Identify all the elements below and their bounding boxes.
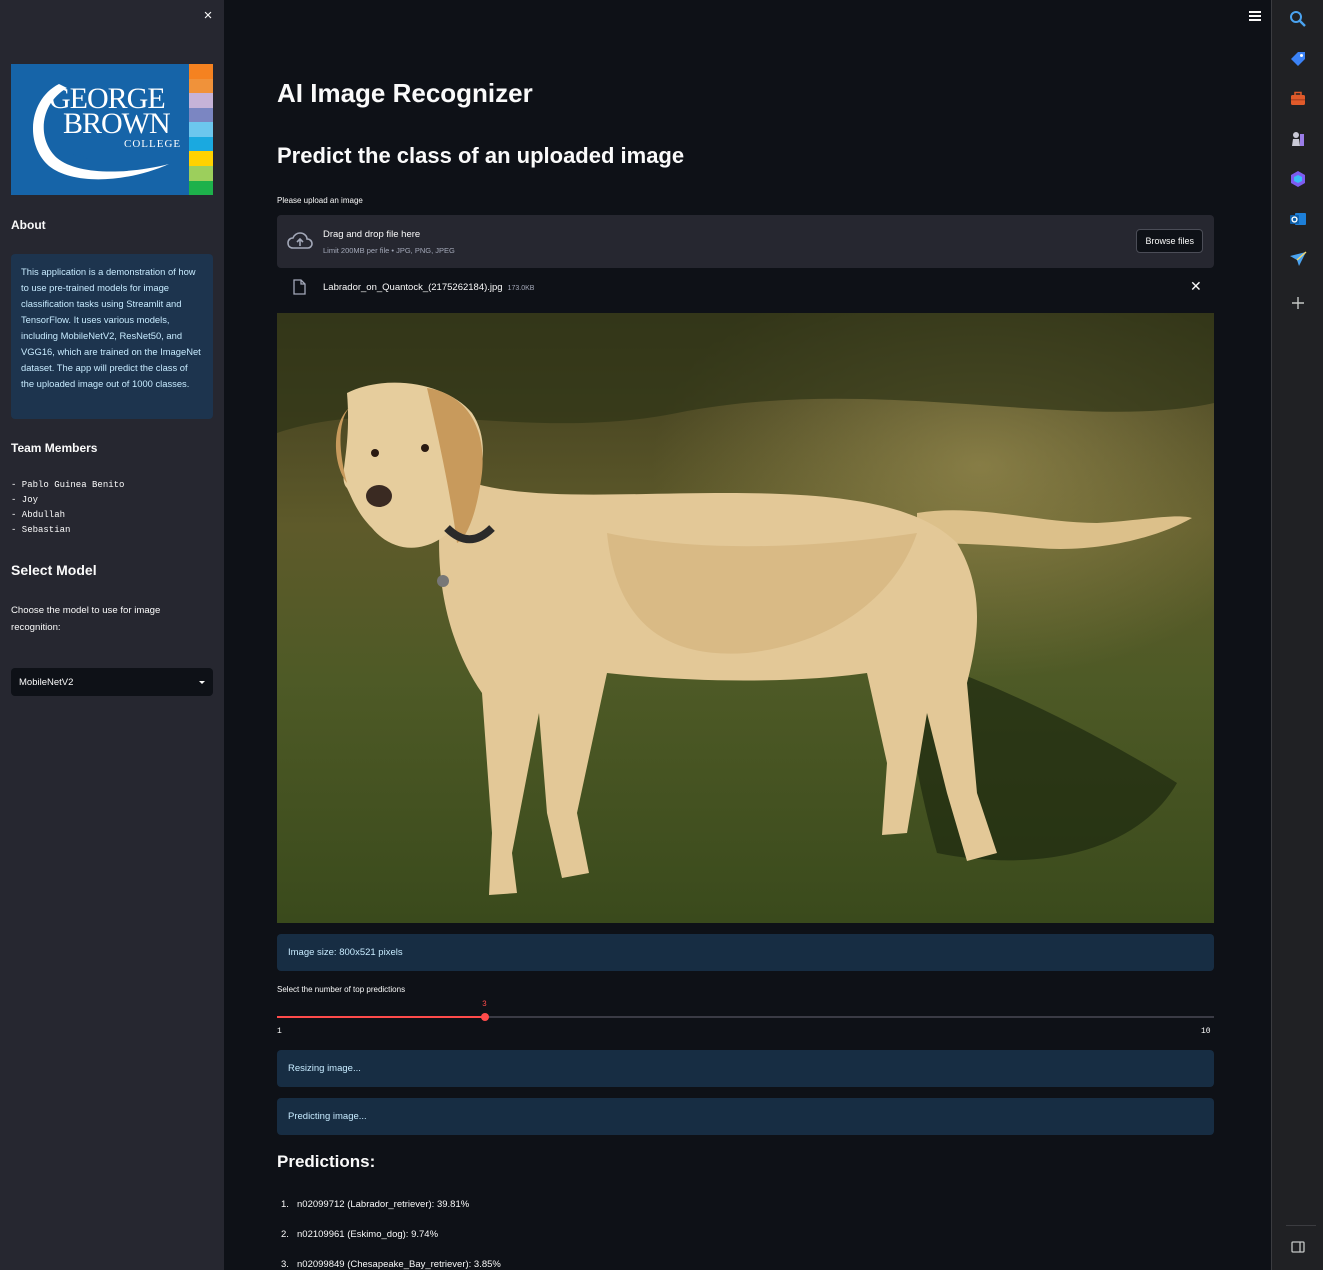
- chess-icon[interactable]: [1289, 130, 1307, 148]
- uploaded-file-name: Labrador_on_Quantock_(2175262184).jpg 173…: [323, 282, 534, 293]
- dropzone-instructions: Drag and drop file here: [323, 229, 421, 240]
- logo-stripe: [189, 151, 213, 166]
- prediction-item: 3. n02099849 (Chesapeake_Bay_retriever): …: [281, 1259, 501, 1270]
- predictions-list: 1. n02099712 (Labrador_retriever): 39.81%…: [281, 1199, 501, 1270]
- select-model-heading: Select Model: [11, 562, 97, 578]
- send-icon[interactable]: [1289, 250, 1307, 268]
- tag-icon[interactable]: [1289, 50, 1307, 68]
- top-predictions-slider-label: Select the number of top predictions: [277, 985, 406, 994]
- logo-stripe: [189, 78, 213, 94]
- prediction-text: n02109961 (Eskimo_dog): 9.74%: [297, 1229, 439, 1240]
- copilot-icon[interactable]: [1289, 170, 1307, 188]
- logo-color-stripes: [189, 64, 213, 195]
- about-info-box: This application is a demonstration of h…: [11, 254, 213, 419]
- slider-min-label: 1: [277, 1027, 282, 1036]
- logo-text-college: COLLEGE: [124, 138, 182, 150]
- search-icon[interactable]: [1289, 10, 1307, 28]
- slider-max-label: 10: [1201, 1027, 1211, 1036]
- model-select-label: Choose the model to use for image recogn…: [11, 605, 161, 633]
- briefcase-icon[interactable]: [1289, 90, 1307, 108]
- model-select[interactable]: MobileNetV2: [11, 668, 213, 696]
- logo-stripe: [189, 107, 213, 123]
- dog-photo: [277, 313, 1214, 923]
- team-member: - Sebastian: [11, 525, 71, 535]
- uploaded-file-row: Labrador_on_Quantock_(2175262184).jpg 173…: [277, 277, 1214, 297]
- logo-stripe: [189, 165, 213, 181]
- logo-text-brown: BROWN: [63, 107, 171, 140]
- predictions-heading: Predictions:: [277, 1152, 376, 1171]
- predicting-status: Predicting image...: [277, 1098, 1214, 1135]
- file-name-text: Labrador_on_Quantock_(2175262184).jpg: [323, 282, 503, 293]
- browser-side-toolbar: [1271, 0, 1323, 1270]
- prediction-item: 2. n02109961 (Eskimo_dog): 9.74%: [281, 1229, 501, 1259]
- toolbar-divider: [1286, 1225, 1316, 1226]
- prediction-number: 3.: [281, 1259, 289, 1270]
- outlook-icon[interactable]: [1289, 210, 1307, 228]
- george-brown-logo: GEORGE BROWN COLLEGE: [11, 64, 213, 195]
- file-size: 173.0KB: [507, 285, 535, 292]
- team-member: - Joy: [11, 495, 39, 505]
- top-predictions-slider[interactable]: [277, 1013, 1214, 1021]
- prediction-number: 1.: [281, 1199, 289, 1210]
- logo-stripe: [189, 93, 213, 108]
- file-dropzone[interactable]: Drag and drop file here Limit 200MB per …: [277, 215, 1214, 268]
- uploaded-image: [277, 313, 1214, 923]
- add-icon[interactable]: [1289, 294, 1307, 312]
- page-subtitle: Predict the class of an uploaded image: [277, 143, 685, 168]
- browse-files-button[interactable]: Browse files: [1136, 229, 1203, 253]
- prediction-text: n02099712 (Labrador_retriever): 39.81%: [297, 1199, 470, 1210]
- team-heading: Team Members: [11, 441, 98, 455]
- slider-current-value: 3: [482, 1000, 487, 1009]
- file-icon: [293, 279, 306, 295]
- slider-thumb[interactable]: [481, 1013, 490, 1021]
- remove-file-button[interactable]: ✕: [1190, 279, 1202, 293]
- hamburger-line: [1249, 19, 1261, 21]
- sidebar: × GEORGE BROWN COLLEGE About This applic…: [0, 0, 224, 1270]
- slider-fill: [277, 1016, 486, 1018]
- logo-stripe: [189, 136, 213, 152]
- chevron-down-icon: [199, 680, 205, 684]
- sidebar-close-button[interactable]: ×: [200, 8, 216, 24]
- cloud-upload-icon: [287, 232, 313, 249]
- sidebar-toggle-icon[interactable]: [1289, 1238, 1307, 1256]
- upload-label: Please upload an image: [277, 196, 363, 205]
- team-members-list: - Pablo Guinea Benito - Joy - Abdullah -…: [11, 478, 124, 538]
- image-size-info: Image size: 800x521 pixels: [277, 934, 1214, 971]
- hamburger-line: [1249, 15, 1261, 17]
- prediction-text: n02099849 (Chesapeake_Bay_retriever): 3.…: [297, 1259, 501, 1270]
- logo-stripe: [189, 122, 213, 137]
- dropzone-limits: Limit 200MB per file • JPG, PNG, JPEG: [323, 246, 455, 255]
- resizing-status: Resizing image...: [277, 1050, 1214, 1087]
- app: × GEORGE BROWN COLLEGE About This applic…: [0, 0, 1323, 1270]
- prediction-number: 2.: [281, 1229, 289, 1240]
- team-member: - Abdullah: [11, 510, 66, 520]
- prediction-item: 1. n02099712 (Labrador_retriever): 39.81%: [281, 1199, 501, 1229]
- logo-stripe: [189, 64, 213, 79]
- team-member: - Pablo Guinea Benito: [11, 480, 125, 490]
- page-title: AI Image Recognizer: [277, 78, 533, 108]
- main-menu-button[interactable]: [1249, 11, 1261, 21]
- hamburger-line: [1249, 11, 1261, 13]
- logo-stripe: [189, 180, 213, 195]
- model-select-value: MobileNetV2: [19, 676, 74, 688]
- about-heading: About: [11, 218, 46, 232]
